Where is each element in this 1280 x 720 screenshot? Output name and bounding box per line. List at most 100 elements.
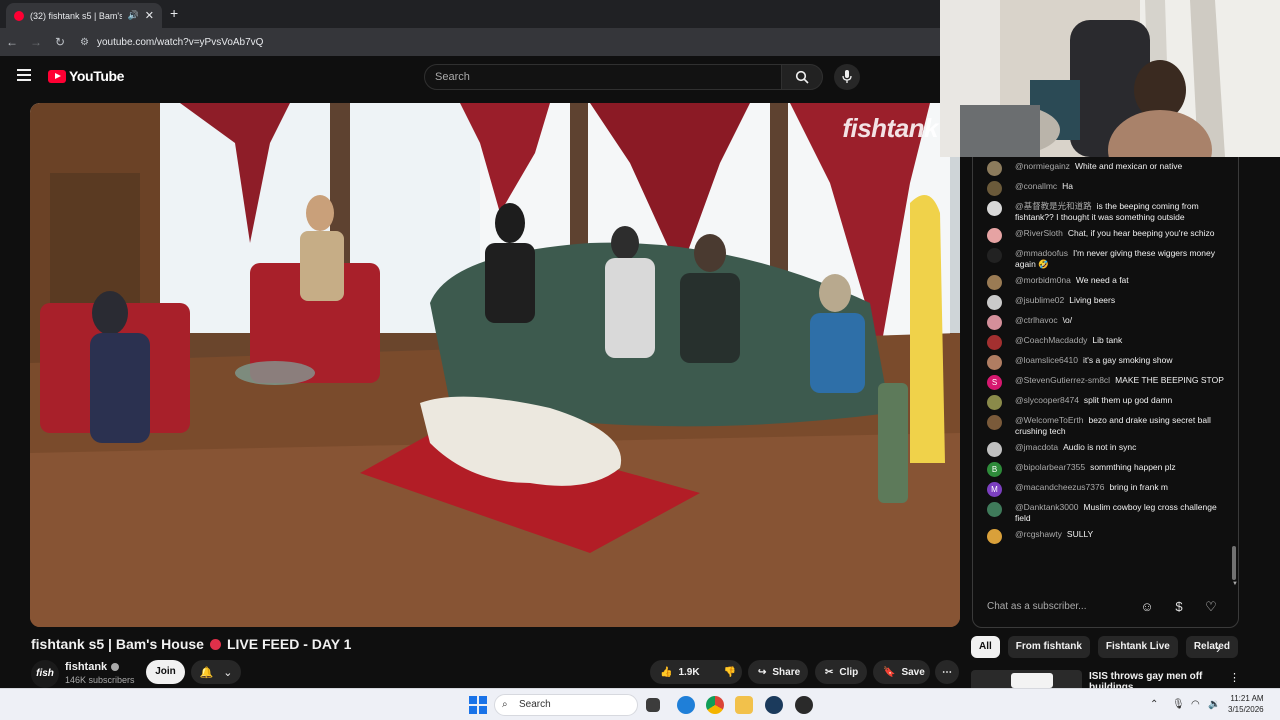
chat-avatar[interactable] xyxy=(987,529,1002,544)
chat-author[interactable]: @CoachMacdaddy xyxy=(1015,335,1087,345)
chat-message-body: @mmadoofus I'm never giving these wiggers… xyxy=(1015,248,1231,270)
site-info-icon[interactable]: ⚙ xyxy=(80,37,89,48)
thumbs-down-icon[interactable]: 👎 xyxy=(724,667,736,678)
share-button[interactable]: ↪ Share xyxy=(748,660,808,684)
chat-message: @WelcomeToErth bezo and drake using secre… xyxy=(987,415,1231,437)
chat-author[interactable]: @morbidm0na xyxy=(1015,275,1071,285)
clock-time: 11:21 AM xyxy=(1230,694,1264,703)
like-count[interactable]: 1.9K xyxy=(678,667,699,678)
recommendation-title[interactable]: ISIS throws gay men off buildings xyxy=(1089,671,1209,688)
chat-avatar[interactable] xyxy=(987,201,1002,216)
chat-avatar[interactable] xyxy=(987,395,1002,410)
chat-avatar[interactable] xyxy=(987,275,1002,290)
chat-message: @conallmc Ha xyxy=(987,181,1231,196)
chat-author[interactable]: @jsublime02 xyxy=(1015,295,1064,305)
chat-avatar[interactable] xyxy=(987,442,1002,457)
chat-author[interactable]: @mmadoofus xyxy=(1015,248,1068,258)
chat-author[interactable]: @基督教是光和道路 xyxy=(1015,201,1092,211)
chat-avatar[interactable] xyxy=(987,335,1002,350)
heart-icon[interactable]: ♡ xyxy=(1201,597,1221,617)
close-tab-icon[interactable]: ✕ xyxy=(145,9,154,22)
voice-search-button[interactable] xyxy=(834,64,860,90)
chat-message-list[interactable]: @normiegainz White and mexican or native @… xyxy=(973,141,1231,588)
video-player[interactable]: fishtank xyxy=(30,103,960,627)
super-chat-dollar-icon[interactable]: $ xyxy=(1169,597,1189,617)
chat-author[interactable]: @jmacdota xyxy=(1015,442,1058,452)
chat-avatar[interactable] xyxy=(987,295,1002,310)
chat-author[interactable]: @loamslice6410 xyxy=(1015,355,1078,365)
recommendation-chips: All From fishtank Fishtank Live Related xyxy=(971,636,1238,658)
chat-author[interactable]: @rcgshawty xyxy=(1015,529,1062,539)
search-button[interactable] xyxy=(781,64,823,90)
volume-icon[interactable]: 🔉 xyxy=(1208,699,1220,710)
chat-message: @ctrlhavoc \o/ xyxy=(987,315,1231,330)
tray-expand-icon[interactable]: ⌃ xyxy=(1150,699,1158,710)
chat-avatar[interactable]: M xyxy=(987,482,1002,497)
chip-related[interactable]: Related xyxy=(1185,636,1238,658)
chat-scrollbar[interactable] xyxy=(1232,546,1236,580)
chat-author[interactable]: @WelcomeToErth xyxy=(1015,415,1083,425)
chat-avatar[interactable] xyxy=(987,181,1002,196)
chip-all[interactable]: All xyxy=(971,636,1000,658)
chat-avatar[interactable] xyxy=(987,228,1002,243)
chat-author[interactable]: @macandcheezus7376 xyxy=(1015,482,1104,492)
chip-fishtank-live[interactable]: Fishtank Live xyxy=(1097,636,1178,658)
wifi-icon[interactable]: ◠ xyxy=(1191,699,1200,710)
chat-author[interactable]: @Danktank3000 xyxy=(1015,502,1078,512)
chat-input[interactable]: Chat as a subscriber... xyxy=(987,597,1143,617)
chip-from-fishtank[interactable]: From fishtank xyxy=(1007,636,1090,658)
chat-avatar[interactable] xyxy=(987,502,1002,517)
clock-date: 3/15/2026 xyxy=(1228,705,1264,714)
chat-author[interactable]: @slycooper8474 xyxy=(1015,395,1079,405)
chat-author[interactable]: @ctrlhavoc xyxy=(1015,315,1058,325)
steam-icon[interactable] xyxy=(765,696,783,714)
more-actions-button[interactable]: ⋯ xyxy=(935,660,959,684)
forward-arrow-icon[interactable]: → xyxy=(24,35,48,49)
obs-app-icon[interactable] xyxy=(795,696,813,714)
chevron-right-icon[interactable]: › xyxy=(1216,641,1220,656)
edge-browser-icon[interactable] xyxy=(677,696,695,714)
webcam-overlay xyxy=(940,0,1280,157)
channel-avatar[interactable]: fish xyxy=(31,660,59,688)
chat-message-body: @Danktank3000 Muslim cowboy leg cross cha… xyxy=(1015,502,1231,524)
system-clock[interactable]: 11:21 AM 3/15/2026 xyxy=(1228,693,1264,715)
youtube-logo[interactable]: YouTube xyxy=(48,68,124,84)
recommendation-thumbnail[interactable] xyxy=(971,670,1082,688)
task-view-icon[interactable] xyxy=(646,698,660,712)
chat-avatar[interactable] xyxy=(987,248,1002,263)
back-arrow-icon[interactable]: ← xyxy=(0,35,24,49)
chat-avatar[interactable]: B xyxy=(987,462,1002,477)
chat-avatar[interactable]: S xyxy=(987,375,1002,390)
thumbs-up-icon[interactable]: 👍 xyxy=(660,667,672,678)
chat-author[interactable]: @conallmc xyxy=(1015,181,1057,191)
more-vertical-icon[interactable]: ⋮ xyxy=(1229,671,1240,684)
chat-author[interactable]: @RiverSloth xyxy=(1015,228,1063,238)
menu-icon[interactable] xyxy=(17,69,31,81)
chat-author[interactable]: @bipolarbear7355 xyxy=(1015,462,1085,472)
clip-button[interactable]: ✂ Clip xyxy=(815,660,867,684)
chat-message-body: @conallmc Ha xyxy=(1015,181,1231,192)
join-button[interactable]: Join xyxy=(146,660,185,684)
scroll-down-arrow-icon[interactable]: ▼ xyxy=(1232,581,1238,587)
save-button[interactable]: 🔖 Save xyxy=(873,660,930,684)
channel-name[interactable]: fishtank xyxy=(65,661,120,673)
chat-avatar[interactable] xyxy=(987,415,1002,430)
chat-avatar[interactable] xyxy=(987,355,1002,370)
chat-avatar[interactable] xyxy=(987,315,1002,330)
chat-avatar[interactable] xyxy=(987,161,1002,176)
address-bar[interactable]: ⚙ youtube.com/watch?v=yPvsVoAb7vQ xyxy=(80,37,263,48)
chat-author[interactable]: @normiegainz xyxy=(1015,161,1070,171)
windows-start-icon[interactable] xyxy=(469,696,487,714)
browser-tab[interactable]: (32) fishtank s5 | Bam's House 🔊 ✕ xyxy=(6,3,162,28)
emoji-icon[interactable]: ☺ xyxy=(1137,597,1157,617)
taskbar-search[interactable]: ⌕ Search xyxy=(494,694,638,716)
chrome-browser-icon[interactable] xyxy=(706,696,724,714)
new-tab-button[interactable]: + xyxy=(170,5,178,21)
speaker-icon[interactable]: 🔊 xyxy=(128,10,139,21)
file-explorer-icon[interactable] xyxy=(735,696,753,714)
chat-author[interactable]: @StevenGutierrez-sm8cl xyxy=(1015,375,1110,385)
reload-icon[interactable]: ↻ xyxy=(48,35,72,49)
notifications-button[interactable]: 🔔 ⌄ xyxy=(191,660,241,684)
search-input[interactable]: Search xyxy=(424,64,782,90)
microphone-tray-icon[interactable]: 🎙 xyxy=(1172,699,1185,710)
